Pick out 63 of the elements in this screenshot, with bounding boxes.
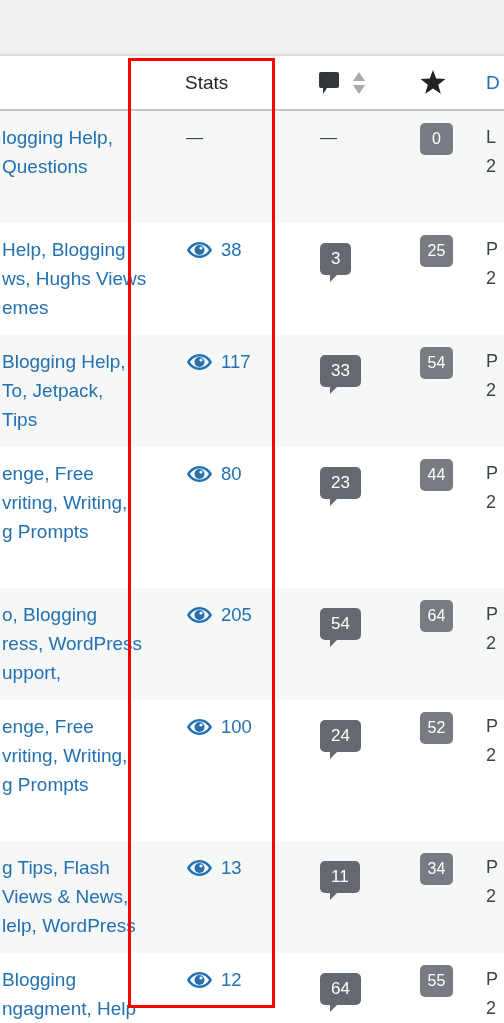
- date-text: 2: [486, 155, 496, 178]
- category-links[interactable]: upport,: [2, 658, 62, 687]
- views-link[interactable]: 117: [221, 347, 251, 376]
- date-text: 2: [486, 997, 496, 1020]
- category-links[interactable]: enge, Free: [2, 712, 94, 741]
- category-links[interactable]: To, Jetpack,: [2, 376, 104, 405]
- eye-icon: [186, 858, 213, 877]
- date-text: L: [486, 126, 496, 149]
- date-text: P: [486, 968, 498, 991]
- category-links[interactable]: vriting, Writing,: [2, 741, 128, 770]
- category-links[interactable]: Blogging: [2, 965, 76, 994]
- date-text: P: [486, 715, 498, 738]
- star-icon: [420, 70, 446, 95]
- date-text: 2: [486, 491, 496, 514]
- date-text: P: [486, 856, 498, 879]
- eye-icon: [186, 970, 213, 989]
- eye-icon: [186, 605, 213, 624]
- category-links[interactable]: o, Blogging: [2, 600, 98, 629]
- category-links[interactable]: g Tips, Flash: [2, 853, 110, 882]
- likes-count-badge: 44: [420, 459, 453, 491]
- eye-icon: [186, 240, 213, 259]
- views-link[interactable]: 80: [221, 459, 242, 488]
- category-links[interactable]: emes: [2, 293, 49, 322]
- category-links[interactable]: Views & News,: [2, 882, 129, 911]
- eye-icon: [186, 352, 213, 371]
- likes-count-badge: 0: [420, 123, 453, 155]
- views-link[interactable]: 12: [221, 965, 242, 994]
- category-links[interactable]: enge, Free: [2, 459, 94, 488]
- date-text: P: [486, 238, 498, 261]
- likes-count-badge: 25: [420, 235, 453, 267]
- empty-stats: —: [186, 127, 203, 149]
- date-text: 2: [486, 632, 496, 655]
- comment-icon: [318, 70, 340, 95]
- likes-count-badge: 34: [420, 853, 453, 885]
- category-links[interactable]: logging Help,: [2, 123, 113, 152]
- empty-comments: —: [320, 127, 337, 149]
- category-links[interactable]: g Prompts: [2, 770, 89, 799]
- views-link[interactable]: 205: [221, 600, 252, 629]
- category-links[interactable]: g Prompts: [2, 517, 89, 546]
- category-links[interactable]: Tips: [2, 405, 38, 434]
- date-text: P: [486, 350, 498, 373]
- date-text: 2: [486, 744, 496, 767]
- date-text: 2: [486, 885, 496, 908]
- column-heading: Stats: [185, 71, 229, 94]
- eye-icon: [186, 717, 213, 736]
- likes-count-badge: 64: [420, 600, 453, 632]
- sort-icon[interactable]: [352, 71, 366, 94]
- date-text: 2: [486, 267, 496, 290]
- views-link[interactable]: 100: [221, 712, 252, 741]
- likes-count-badge: 55: [420, 965, 453, 997]
- category-links[interactable]: Questions: [2, 152, 88, 181]
- date-column-link[interactable]: D: [486, 71, 500, 94]
- category-links[interactable]: Help, Blogging: [2, 235, 126, 264]
- likes-count-badge: 52: [420, 712, 453, 744]
- views-link[interactable]: 38: [221, 235, 242, 264]
- category-links[interactable]: vriting, Writing,: [2, 488, 128, 517]
- date-text: 2: [486, 379, 496, 402]
- likes-count-badge: 54: [420, 347, 453, 379]
- views-link[interactable]: 13: [221, 853, 242, 882]
- date-text: P: [486, 603, 498, 626]
- date-text: P: [486, 462, 498, 485]
- eye-icon: [186, 464, 213, 483]
- category-links[interactable]: Blogging Help,: [2, 347, 126, 376]
